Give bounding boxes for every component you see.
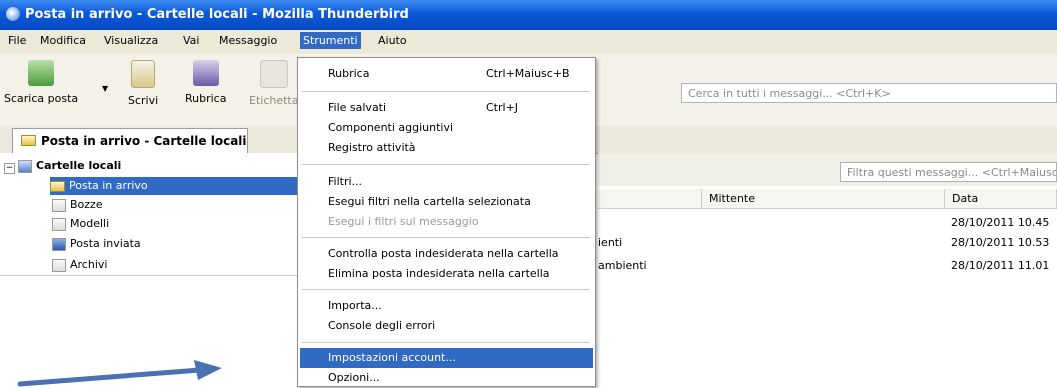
write-button[interactable]: Scrivi <box>128 60 158 107</box>
menu-item-file-salvati[interactable]: File salvati Ctrl+J <box>300 98 593 118</box>
get-mail-icon <box>28 60 55 86</box>
row-subject[interactable]: ambienti <box>598 256 647 276</box>
row-date[interactable]: 28/10/2011 11.01 <box>951 256 1049 276</box>
global-search-input[interactable]: Cerca in tutti i messaggi... <Ctrl+K> <box>681 83 1057 103</box>
menu-item-registro[interactable]: Registro attività <box>300 138 593 158</box>
tab-inbox[interactable]: Posta in arrivo - Cartelle locali <box>12 128 248 153</box>
menu-aiuto[interactable]: Aiuto <box>378 34 407 47</box>
menu-messaggio[interactable]: Messaggio <box>219 34 277 47</box>
folder-archives[interactable]: Archivi <box>52 256 107 274</box>
menu-item-importa[interactable]: Importa... <box>300 296 593 316</box>
tab-label: Posta in arrivo - Cartelle locali <box>41 134 247 148</box>
address-book-icon <box>192 60 219 86</box>
menu-item-rubrica[interactable]: Rubrica Ctrl+Maiusc+B <box>300 64 593 84</box>
menu-strumenti[interactable]: Strumenti <box>300 32 361 49</box>
thunderbird-app-icon <box>6 7 20 21</box>
window-title: Posta in arrivo - Cartelle locali - Mozi… <box>25 7 409 22</box>
menu-item-filtri[interactable]: Filtri... <box>300 172 593 192</box>
folder-pane: − Cartelle locali Posta in arrivo Bozze … <box>0 153 301 276</box>
archive-icon <box>52 258 66 272</box>
annotation-arrow-icon <box>17 360 222 387</box>
sent-icon <box>52 237 66 251</box>
inbox-icon <box>50 180 65 192</box>
shortcut-label: Ctrl+J <box>486 101 519 114</box>
menu-item-esegui-messaggio: Esegui i filtri sul messaggio <box>328 215 479 228</box>
menu-item-console[interactable]: Console degli errori <box>300 316 593 336</box>
menu-bar: File Modifica Visualizza Vai Messaggio S… <box>0 30 1057 54</box>
folder-inbox[interactable]: Posta in arrivo <box>50 177 300 195</box>
folder-local-folders[interactable]: Cartelle locali <box>18 157 121 175</box>
title-bar: Posta in arrivo - Cartelle locali - Mozi… <box>0 0 1057 30</box>
filter-input[interactable]: Filtra questi messaggi... <Ctrl+Maiusc <box>840 162 1057 182</box>
menu-separator <box>302 289 590 290</box>
strumenti-menu: Rubrica Ctrl+Maiusc+B File salvati Ctrl+… <box>297 57 596 387</box>
column-sender[interactable]: Mittente <box>702 189 945 209</box>
menu-item-opzioni[interactable]: Opzioni... <box>300 368 593 388</box>
menu-item-impostazioni-account[interactable]: Impostazioni account... <box>300 348 593 368</box>
menu-separator <box>302 237 590 238</box>
inbox-icon <box>21 135 36 146</box>
column-date[interactable]: Data <box>945 189 1057 209</box>
tag-icon <box>259 60 288 88</box>
computer-icon <box>18 159 32 173</box>
tag-button[interactable]: Etichetta <box>249 60 298 107</box>
menu-item-esegui-cartella[interactable]: Esegui filtri nella cartella selezionata <box>300 192 593 212</box>
menu-item-elimina-junk[interactable]: Elimina posta indesiderata nella cartell… <box>300 264 593 284</box>
row-date[interactable]: 28/10/2011 10.53 <box>951 233 1049 253</box>
drafts-icon <box>52 198 66 212</box>
menu-item-componenti[interactable]: Componenti aggiuntivi <box>300 118 593 138</box>
folder-drafts[interactable]: Bozze <box>52 196 103 214</box>
collapse-icon[interactable]: − <box>4 163 15 174</box>
menu-vai[interactable]: Vai <box>183 34 199 47</box>
folder-templates[interactable]: Modelli <box>52 215 109 233</box>
write-icon <box>131 60 156 88</box>
get-mail-button[interactable]: Scarica posta <box>4 60 78 105</box>
menu-file[interactable]: File <box>8 34 26 47</box>
chevron-down-icon[interactable]: ▼ <box>102 84 108 93</box>
menu-separator <box>302 91 590 92</box>
shortcut-label: Ctrl+Maiusc+B <box>486 67 570 80</box>
column-subject[interactable] <box>598 189 702 209</box>
menu-modifica[interactable]: Modifica <box>40 34 86 47</box>
address-book-button[interactable]: Rubrica <box>185 60 226 105</box>
row-subject[interactable]: ienti <box>598 233 622 253</box>
menu-separator <box>302 342 590 343</box>
menu-visualizza[interactable]: Visualizza <box>104 34 158 47</box>
templates-icon <box>52 217 66 231</box>
menu-item-controlla-junk[interactable]: Controlla posta indesiderata nella carte… <box>300 244 593 264</box>
row-date[interactable]: 28/10/2011 10.45 <box>951 213 1049 233</box>
folder-sent[interactable]: Posta inviata <box>52 235 141 253</box>
menu-separator <box>302 164 590 165</box>
